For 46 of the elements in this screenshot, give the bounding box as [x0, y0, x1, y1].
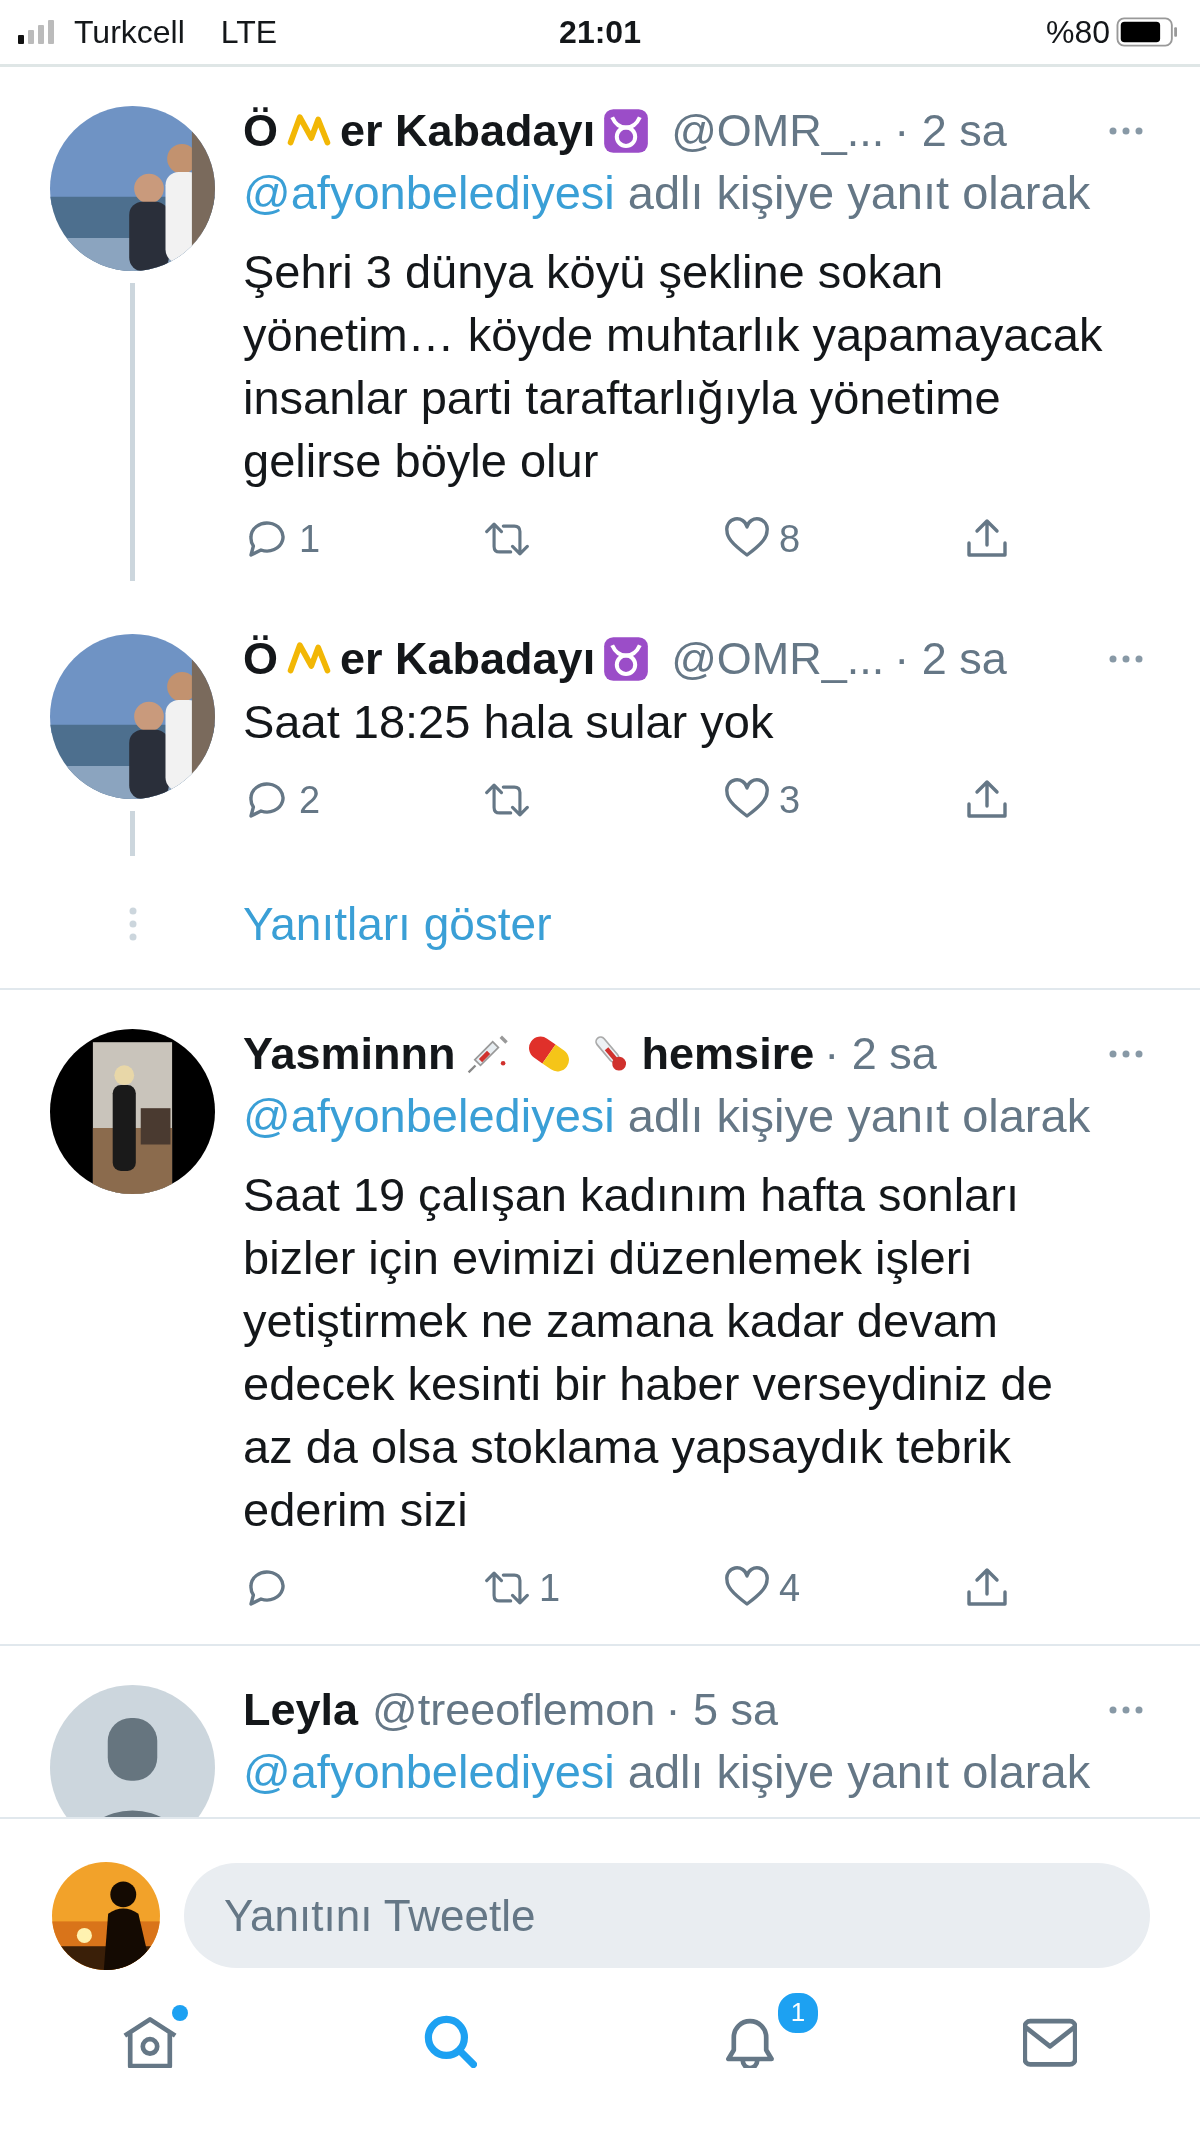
- like-count: 3: [779, 778, 801, 822]
- clock: 21:01: [559, 13, 641, 51]
- taurus-icon: [603, 636, 650, 682]
- more-icon[interactable]: [1108, 1705, 1144, 1715]
- display-name: Ö: [243, 633, 278, 685]
- notification-badge: 1: [776, 1990, 820, 2035]
- default-avatar-icon[interactable]: [50, 1685, 215, 1817]
- display-name: Yasminnn: [243, 1028, 456, 1080]
- display-name: Ö: [243, 105, 278, 157]
- taurus-icon: [603, 108, 650, 154]
- more-icon[interactable]: [1108, 126, 1144, 136]
- tweet-time: · 2 sa: [824, 1028, 937, 1080]
- retweet-count: 1: [539, 1566, 561, 1610]
- reply-count: 2: [299, 778, 321, 822]
- thread-dots-icon: [128, 907, 137, 941]
- display-name: Leyla: [243, 1684, 359, 1736]
- user-handle: @OMR_...: [671, 105, 885, 157]
- tweet-text: Saat 19 çalışan kadınım hafta sonları bizler için evimizi düzenlemek işleri yetiştirmek ne zamana kadar devam edecek kesinti bir haber verseydiniz de az da olsa stoklama yapsaydık tebrik ederim sizi: [243, 1167, 1054, 1538]
- tweet-time: · 2 sa: [894, 633, 1007, 685]
- like-count: 4: [779, 1566, 801, 1610]
- user-handle: @OMR_...: [671, 633, 885, 685]
- mention-link[interactable]: @afyonbelediyesi: [243, 1745, 615, 1798]
- mention-link[interactable]: @afyonbelediyesi: [243, 1089, 615, 1142]
- display-name: hemsire: [641, 1028, 815, 1080]
- reply-context: @afyonbelediyesi adlı kişiye yanıt olarak: [243, 1088, 1092, 1144]
- tweet-text: Saat 18:25 hala sular yok: [243, 694, 775, 750]
- mention-link[interactable]: @afyonbelediyesi: [243, 166, 615, 219]
- battery-icon: [1116, 17, 1178, 47]
- reply-input-field[interactable]: Yanıtını Tweetle: [184, 1863, 1150, 1968]
- display-name: er Kabadayı: [340, 105, 596, 157]
- more-icon[interactable]: [1108, 654, 1144, 664]
- more-icon[interactable]: [1108, 1049, 1144, 1059]
- battery-percent: %80: [1045, 13, 1110, 51]
- show-replies-link[interactable]: Yanıtları göster: [243, 893, 552, 955]
- tweet-text: Şehri 3 dünya köyü şekline sokan yönetim… köyde muhtarlık yapamayacak insanlar parti taraftarlığıyla yönetime gelirse böyle olur: [243, 244, 1104, 489]
- network-type: LTE: [220, 13, 278, 51]
- carrier-name: Turkcell: [74, 13, 185, 51]
- like-count: 8: [779, 517, 801, 561]
- display-name: er Kabadayı: [340, 633, 596, 685]
- reply-count: 1: [299, 517, 321, 561]
- tweet-time: · 2 sa: [894, 105, 1007, 157]
- reply-context: @afyonbelediyesi adlı kişiye yanıt olarak: [243, 165, 1092, 221]
- tweet-time: · 5 sa: [665, 1684, 778, 1736]
- reply-context: @afyonbelediyesi adlı kişiye yanıt olarak: [243, 1744, 1092, 1800]
- user-handle: @treeoflemon: [372, 1684, 656, 1736]
- search-icon[interactable]: [423, 2013, 477, 2068]
